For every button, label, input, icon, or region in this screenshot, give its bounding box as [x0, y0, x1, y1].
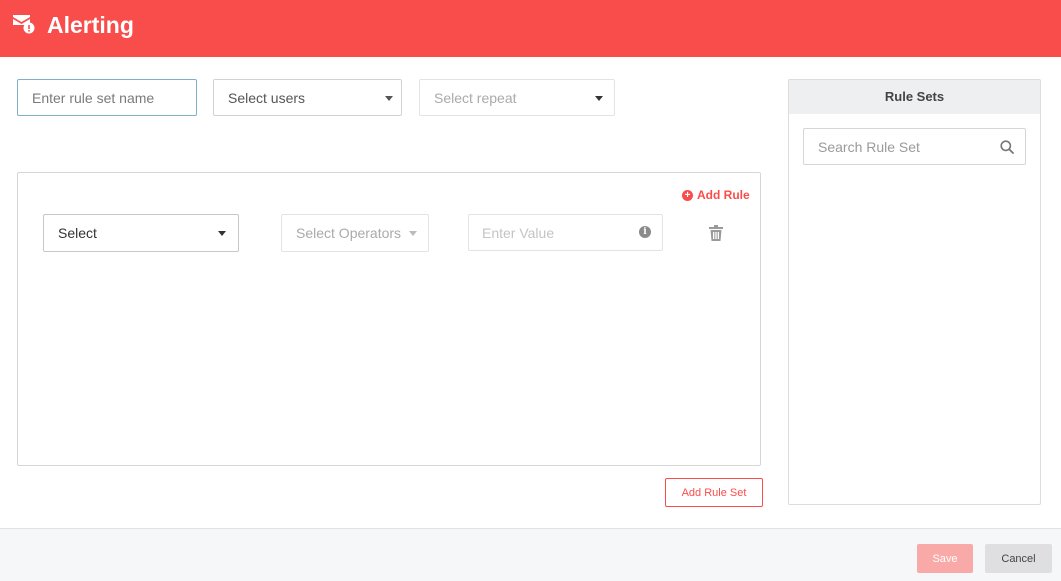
- page-title: Alerting: [47, 12, 134, 38]
- footer-bar: Save Cancel: [0, 528, 1061, 581]
- chevron-down-icon: [385, 95, 393, 101]
- select-users-label: Select users: [228, 89, 306, 106]
- rule-operator-label: Select Operators: [296, 225, 402, 241]
- rule-value-input[interactable]: [468, 214, 663, 251]
- rule-set-name-input[interactable]: [17, 79, 197, 116]
- search-icon[interactable]: [1000, 140, 1014, 154]
- rule-sets-title: Rule Sets: [789, 80, 1040, 114]
- cancel-button[interactable]: Cancel: [985, 544, 1052, 573]
- add-rule-button[interactable]: + Add Rule: [682, 187, 750, 203]
- rule-field-label: Select: [58, 225, 97, 241]
- info-icon: i: [639, 226, 651, 238]
- trash-icon[interactable]: [709, 225, 723, 241]
- rule-sets-panel: Rule Sets: [788, 79, 1041, 505]
- rule-operator-dropdown[interactable]: Select Operators: [281, 214, 429, 252]
- plus-circle-icon: +: [682, 189, 693, 201]
- chevron-down-icon: [409, 231, 417, 236]
- rule-field-dropdown[interactable]: Select: [43, 214, 239, 252]
- select-users-dropdown[interactable]: Select users: [213, 79, 402, 116]
- chevron-down-icon: [218, 231, 226, 236]
- select-repeat-label: Select repeat: [434, 89, 517, 106]
- rule-set-search-input[interactable]: [803, 128, 1026, 165]
- add-rule-set-button[interactable]: Add Rule Set: [665, 478, 763, 507]
- alert-mail-icon: [13, 15, 35, 34]
- save-button[interactable]: Save: [917, 544, 973, 573]
- add-rule-label: Add Rule: [697, 188, 750, 202]
- select-repeat-dropdown[interactable]: Select repeat: [419, 79, 615, 116]
- app-header: Alerting: [0, 0, 1061, 57]
- chevron-down-icon: [595, 95, 603, 101]
